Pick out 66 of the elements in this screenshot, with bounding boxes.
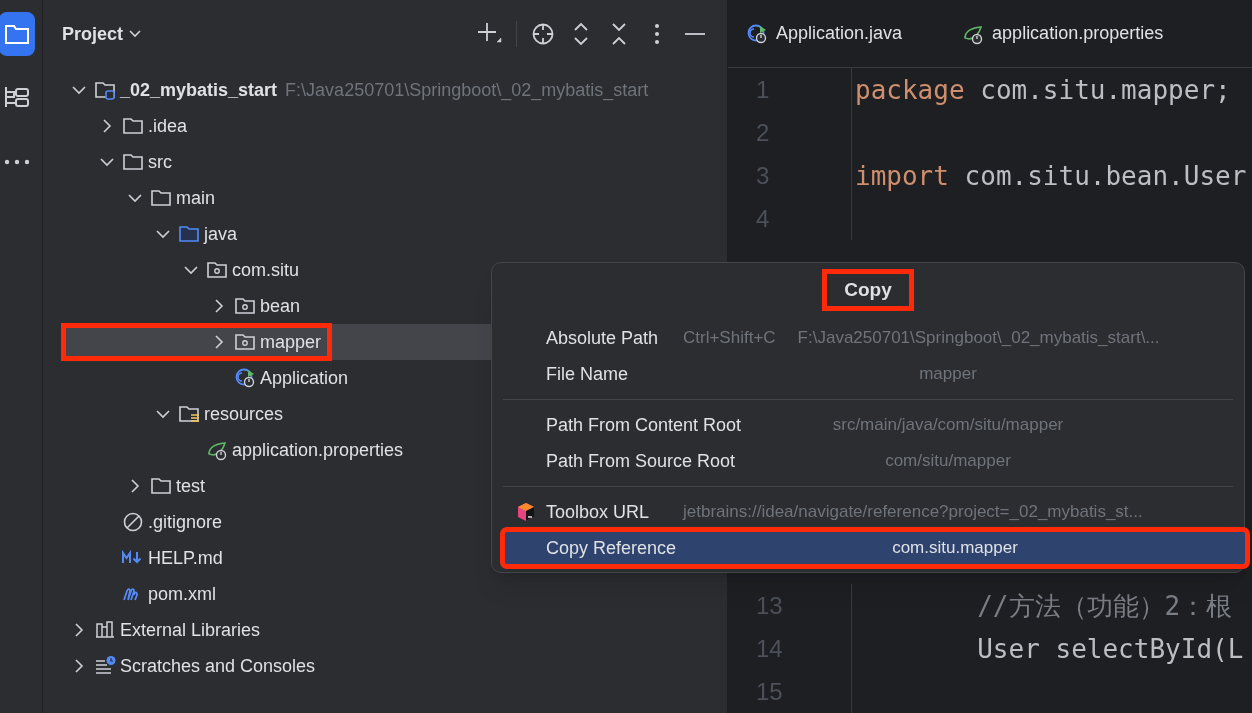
tree-item-label: com.situ bbox=[232, 258, 300, 282]
tree-item-label: Scratches and Consoles bbox=[120, 654, 316, 678]
tool-window-button[interactable] bbox=[0, 12, 35, 56]
editor-tab[interactable]: application.properties bbox=[962, 20, 1164, 47]
tree-item-label: .gitignore bbox=[148, 510, 223, 534]
tree-item-label: main bbox=[176, 186, 215, 210]
folder-icon bbox=[122, 151, 144, 173]
copy-value: com/situ/mapper bbox=[885, 450, 1011, 473]
tree-item-label: Application bbox=[260, 366, 349, 390]
folder-icon bbox=[150, 475, 172, 497]
spring-class-icon bbox=[746, 22, 768, 45]
tree-row[interactable]: _02_mybatis_start F:\Java250701\Springboot\_02_mybatis_start bbox=[62, 72, 708, 108]
copy-value: src/main/java/com/situ/mapper bbox=[832, 414, 1064, 437]
menu-item[interactable]: Path From Content Root src/main/java/com/situ/mapper bbox=[503, 407, 1233, 443]
copy-value: jetbrains://idea/navigate/reference?project=_02_mybatis_st... bbox=[683, 501, 1143, 524]
tree-item-label: resources bbox=[204, 402, 284, 426]
panel-title: Project bbox=[62, 22, 124, 46]
tree-row[interactable]: java bbox=[62, 216, 708, 252]
tree-item-label: java bbox=[204, 222, 238, 246]
tree-row[interactable]: .idea bbox=[62, 108, 708, 144]
tree-item-label: bean bbox=[260, 294, 301, 318]
code-line: //方法（功能）2：根 bbox=[976, 592, 1233, 619]
tree-item-label: test bbox=[176, 474, 205, 498]
copy-value: F:\Java250701\Springboot\_02_mybatis_start\... bbox=[797, 327, 1160, 350]
package-folder-icon bbox=[234, 331, 256, 353]
spring-leaf-icon bbox=[206, 439, 228, 461]
tree-item-label: .idea bbox=[148, 114, 188, 138]
tree-row[interactable]: main bbox=[62, 180, 708, 216]
tree-item-label: src bbox=[148, 150, 172, 174]
scratches-icon bbox=[94, 655, 116, 677]
editor-tab[interactable]: Application.java bbox=[746, 20, 903, 47]
tree-row[interactable]: Scratches and Consoles bbox=[62, 648, 708, 684]
tree-row[interactable]: pom.xml bbox=[62, 576, 708, 612]
copy-value: mapper bbox=[919, 363, 977, 386]
package-folder-icon bbox=[234, 295, 256, 317]
tree-item-label: HELP.md bbox=[148, 546, 223, 570]
library-icon bbox=[94, 619, 116, 641]
panel-title-dropdown[interactable]: Project bbox=[62, 20, 142, 48]
folder-icon bbox=[4, 23, 30, 45]
toolbox-cube-icon bbox=[517, 502, 535, 522]
tree-item-label: External Libraries bbox=[120, 618, 261, 642]
crosshair-icon[interactable] bbox=[531, 22, 555, 46]
folder-icon bbox=[150, 187, 172, 209]
copy-value: com.situ.mapper bbox=[892, 537, 1018, 560]
popup-title: Copy bbox=[822, 269, 914, 311]
chevron-down-icon bbox=[129, 30, 142, 38]
prohibited-icon bbox=[122, 511, 144, 533]
folder-icon bbox=[122, 115, 144, 137]
tree-row[interactable]: com.situ bbox=[62, 252, 708, 288]
tree-item-label: pom.xml bbox=[148, 582, 216, 606]
tree-item-label: _02_mybatis_start bbox=[120, 78, 278, 102]
spring-class-icon bbox=[234, 367, 256, 389]
package-folder-icon bbox=[206, 259, 228, 281]
resource-folder-icon bbox=[178, 403, 200, 425]
code-line: import com.situ.bean.User bbox=[854, 162, 1247, 189]
tree-item-label: mapper bbox=[260, 330, 322, 354]
menu-item[interactable]: Copy Reference com.situ.mapper bbox=[503, 530, 1247, 566]
tree-row[interactable]: External Libraries bbox=[62, 612, 708, 648]
code-line: package com.situ.mapper; bbox=[854, 76, 1231, 103]
more-icon bbox=[4, 158, 30, 166]
code-line: User selectById(L bbox=[976, 635, 1244, 662]
tree-item-label: application.properties bbox=[232, 438, 404, 462]
folder-icon bbox=[178, 223, 200, 245]
tree-row[interactable]: src bbox=[62, 144, 708, 180]
module-folder-icon bbox=[94, 79, 116, 101]
project-path: F:\Java250701\Springboot\_02_mybatis_start bbox=[285, 78, 649, 103]
